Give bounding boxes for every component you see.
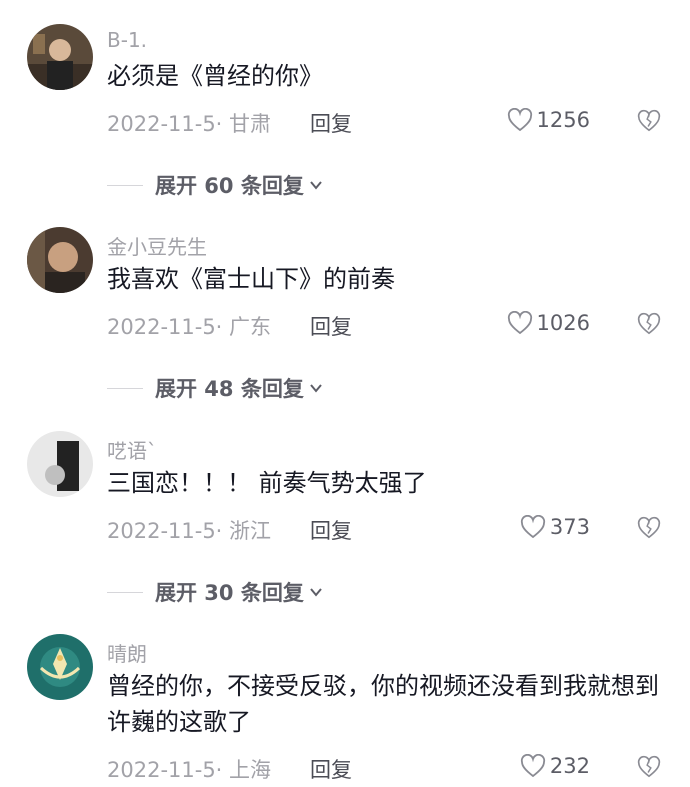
heart-outline-icon <box>507 108 532 132</box>
reply-button[interactable]: 回复 <box>310 108 352 138</box>
expand-replies-button[interactable]: 展开 60 条回复 <box>107 170 324 200</box>
divider <box>107 184 143 186</box>
like-button[interactable]: 232 <box>520 754 590 778</box>
username[interactable]: 金小豆先生 <box>107 231 207 260</box>
expand-replies-label: 展开 60 条回复 <box>155 174 304 198</box>
comment-meta: 2022-11-5· 浙江 <box>107 519 272 543</box>
like-button[interactable]: 1026 <box>507 311 590 335</box>
broken-heart-icon[interactable] <box>637 312 661 336</box>
expand-replies-label: 展开 30 条回复 <box>155 581 304 605</box>
broken-heart-icon[interactable] <box>637 109 661 133</box>
chevron-down-icon <box>310 588 322 597</box>
comment-text: 必须是《曾经的你》 <box>107 62 323 90</box>
like-button[interactable]: 373 <box>520 515 590 539</box>
comment-text: 曾经的你，不接受反驳，你的视频还没看到我就想到许巍的这歌了 <box>107 672 659 736</box>
reply-button[interactable]: 回复 <box>310 515 352 545</box>
broken-heart-icon[interactable] <box>637 516 661 540</box>
divider <box>107 387 143 389</box>
divider <box>107 591 143 593</box>
chevron-down-icon <box>310 181 322 190</box>
heart-outline-icon <box>520 515 545 539</box>
expand-replies-button[interactable]: 展开 48 条回复 <box>107 373 324 403</box>
like-count: 1256 <box>536 108 590 132</box>
expand-replies-button[interactable]: 展开 30 条回复 <box>107 577 324 607</box>
reply-button[interactable]: 回复 <box>310 754 352 784</box>
username[interactable]: 呓语` <box>107 435 157 464</box>
comment-meta: 2022-11-5· 上海 <box>107 758 272 782</box>
like-count: 1026 <box>536 311 590 335</box>
username[interactable]: 晴朗 <box>107 638 147 667</box>
like-count: 232 <box>549 754 590 778</box>
heart-outline-icon <box>507 311 532 335</box>
comment-text: 我喜欢《富士山下》的前奏 <box>107 265 395 293</box>
comment-text: 三国恋！！！ 前奏气势太强了 <box>107 469 427 497</box>
comment-meta: 2022-11-5· 广东 <box>107 315 272 339</box>
avatar[interactable] <box>27 634 93 700</box>
avatar[interactable] <box>27 227 93 293</box>
like-button[interactable]: 1256 <box>507 108 590 132</box>
reply-button[interactable]: 回复 <box>310 311 352 341</box>
comment-meta: 2022-11-5· 甘肃 <box>107 112 272 136</box>
avatar[interactable] <box>27 24 93 90</box>
chevron-down-icon <box>310 384 322 393</box>
username[interactable]: B-1. <box>107 28 147 52</box>
expand-replies-label: 展开 48 条回复 <box>155 377 304 401</box>
avatar[interactable] <box>27 431 93 497</box>
like-count: 373 <box>549 515 590 539</box>
broken-heart-icon[interactable] <box>637 755 661 779</box>
heart-outline-icon <box>520 754 545 778</box>
